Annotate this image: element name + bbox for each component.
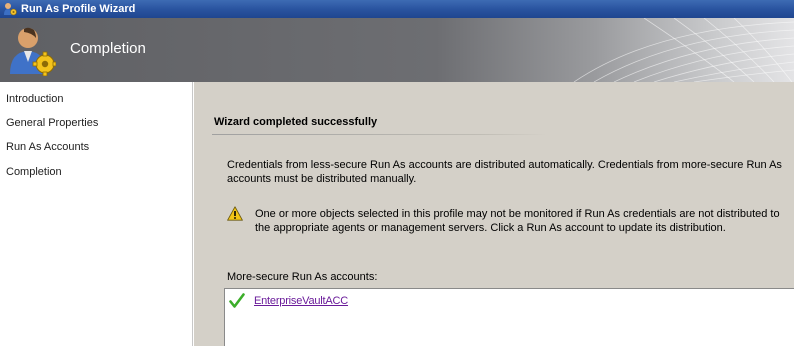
- nav-item-introduction[interactable]: Introduction: [0, 82, 192, 107]
- more-secure-accounts-list[interactable]: EnterpriseVaultACC: [224, 288, 794, 346]
- accounts-label: More-secure Run As accounts:: [227, 271, 378, 283]
- check-icon: [229, 293, 245, 308]
- window-title: Run As Profile Wizard: [21, 3, 136, 15]
- wizard-step-nav: Introduction General Properties Run As A…: [0, 82, 193, 346]
- warning-icon: [227, 206, 243, 221]
- list-item[interactable]: EnterpriseVaultACC: [229, 293, 348, 309]
- wizard-header: Completion: [0, 18, 794, 82]
- page-title: Completion: [70, 40, 146, 57]
- nav-item-general-properties[interactable]: General Properties: [0, 107, 192, 132]
- nav-item-run-as-accounts[interactable]: Run As Accounts: [0, 131, 192, 156]
- nav-item-completion[interactable]: Completion: [0, 156, 192, 181]
- header-decoration: [573, 18, 794, 82]
- section-divider: [212, 134, 547, 135]
- completion-panel: Wizard completed successfully Credential…: [194, 82, 794, 346]
- user-gear-icon: [10, 27, 56, 76]
- warning-message: One or more objects selected in this pro…: [255, 208, 780, 234]
- wizard-app-icon: [4, 3, 17, 16]
- section-heading: Wizard completed successfully: [214, 116, 378, 128]
- window-titlebar[interactable]: Run As Profile Wizard: [0, 0, 794, 18]
- credentials-description: Credentials from less-secure Run As acco…: [227, 159, 782, 185]
- account-link[interactable]: EnterpriseVaultACC: [254, 295, 348, 307]
